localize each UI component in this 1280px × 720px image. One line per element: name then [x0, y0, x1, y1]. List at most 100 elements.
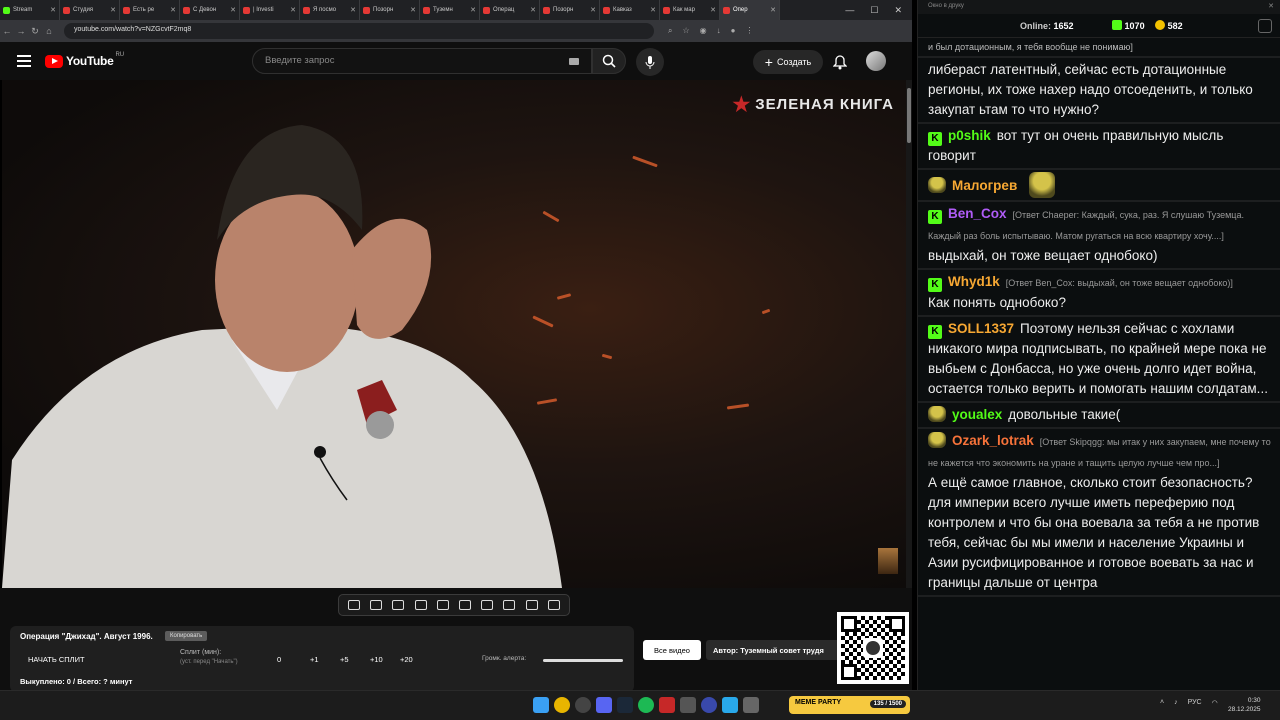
close-tab-icon[interactable]: ✕ [650, 6, 656, 14]
steam-icon[interactable] [617, 697, 633, 713]
browser-tab[interactable]: Туземн ✕ [420, 0, 480, 20]
close-icon[interactable]: ✕ [1268, 2, 1274, 10]
all-videos-button[interactable]: Все видео [643, 640, 701, 660]
voice-search-button[interactable] [636, 48, 664, 76]
app-icon[interactable] [680, 697, 696, 713]
browser-tab[interactable]: Позорн ✕ [540, 0, 600, 20]
chat-message[interactable]: youalex довольные такие( [918, 403, 1280, 429]
chat-message[interactable]: K SOLL1337 Поэтому нельзя сейчас с хохлами… [918, 317, 1280, 403]
keyboard-icon[interactable] [569, 58, 579, 65]
create-button[interactable]: + Создать [753, 50, 823, 74]
url-field[interactable]: youtube.com/watch?v=NZGcvtF2mq8 [64, 23, 654, 39]
forward-icon[interactable]: → [14, 26, 28, 36]
chat-message[interactable]: либераст латентный, сейчас есть дотацион… [918, 58, 1280, 124]
screenshot-icon[interactable] [525, 600, 538, 610]
copy-button[interactable]: Копировать [165, 631, 208, 641]
split-value-button[interactable]: +1 [310, 655, 340, 664]
browser-tab[interactable]: Позорн ✕ [360, 0, 420, 20]
close-tab-icon[interactable]: ✕ [170, 6, 176, 14]
spotify-icon[interactable] [638, 697, 654, 713]
video-player[interactable]: ★ ЗЕЛЕНАЯ КНИГА [2, 80, 906, 588]
bookmark-star-icon[interactable]: ☆ [682, 26, 689, 36]
theater-icon[interactable] [459, 600, 472, 610]
broadcast-icon[interactable] [370, 600, 383, 610]
close-tab-icon[interactable]: ✕ [290, 6, 296, 14]
menu-icon[interactable]: ⋮ [745, 26, 753, 36]
browser-tab[interactable]: Я посмо ✕ [300, 0, 360, 20]
loop-icon[interactable] [348, 600, 361, 610]
chat-username[interactable]: SOLL1337 [948, 321, 1014, 336]
app-icon[interactable] [701, 697, 717, 713]
extension-icon[interactable]: ◉ [700, 26, 707, 36]
obs-icon[interactable] [575, 697, 591, 713]
chat-settings-icon[interactable] [1258, 18, 1272, 33]
menu-hamburger-icon[interactable] [17, 55, 31, 67]
back-icon[interactable]: ← [0, 26, 14, 36]
home-icon[interactable]: ⌂ [42, 26, 56, 36]
browser-tab[interactable]: Stream ✕ [0, 0, 60, 20]
chat-message[interactable]: Kp0shik вот тут он очень правильную мысль… [918, 124, 1280, 170]
chat-message[interactable]: и был дотационным, я тебя вообще не пони… [918, 38, 1280, 58]
browser-tab[interactable]: С Девон ✕ [180, 0, 240, 20]
add-icon[interactable] [503, 600, 516, 610]
search-input[interactable]: Введите запрос [252, 48, 592, 74]
chat-message[interactable]: K Whyd1k [Ответ Ben_Cox: выдыхай, он тоже … [918, 270, 1280, 317]
browser-tab[interactable]: Опер ✕ [720, 0, 780, 20]
app-icon[interactable] [743, 697, 759, 713]
close-tab-icon[interactable]: ✕ [110, 6, 116, 14]
close-icon[interactable]: ✕ [894, 5, 902, 16]
discord-icon[interactable] [596, 697, 612, 713]
notifications-bell-icon[interactable] [830, 52, 850, 72]
browser-tab[interactable]: Студия ✕ [60, 0, 120, 20]
language-indicator[interactable]: РУС [1188, 699, 1202, 707]
close-tab-icon[interactable]: ✕ [230, 6, 236, 14]
downloads-icon[interactable]: ↓ [717, 26, 721, 36]
close-tab-icon[interactable]: ✕ [770, 6, 776, 14]
browser-tab[interactable]: | Investi ✕ [240, 0, 300, 20]
chat-username[interactable]: p0shik [948, 128, 991, 143]
audio-icon[interactable]: ♪ [1174, 699, 1178, 707]
browser-tab[interactable]: Есть ре ✕ [120, 0, 180, 20]
speed-icon[interactable] [481, 600, 494, 610]
chat-username[interactable]: youalex [952, 407, 1002, 422]
close-tab-icon[interactable]: ✕ [410, 6, 416, 14]
chevron-up-icon[interactable]: ˄ [1160, 699, 1164, 707]
chat-username[interactable]: Whyd1k [948, 274, 1000, 289]
alert-volume-slider[interactable] [543, 659, 623, 662]
browser-tab[interactable]: Кавказ ✕ [600, 0, 660, 20]
channel-thumbnail[interactable] [878, 548, 898, 574]
miniplayer-icon[interactable] [436, 600, 449, 610]
chat-username[interactable]: Ben_Cox [948, 206, 1007, 221]
youtube-logo[interactable]: YouTube RU [45, 52, 124, 68]
clock[interactable]: 0:30 28.12.2025 [1228, 696, 1261, 714]
windows-start-icon[interactable] [533, 697, 549, 713]
avatar[interactable] [866, 51, 886, 71]
close-tab-icon[interactable]: ✕ [590, 6, 596, 14]
start-split-button[interactable]: НАЧАТЬ СПЛИТ [28, 655, 85, 664]
profile-icon[interactable]: ● [731, 26, 736, 36]
close-tab-icon[interactable]: ✕ [530, 6, 536, 14]
chat-message[interactable]: Малогрев [918, 170, 1280, 202]
maximize-icon[interactable]: ☐ [870, 5, 878, 16]
close-tab-icon[interactable]: ✕ [470, 6, 476, 14]
split-value-button[interactable]: +10 [370, 655, 400, 664]
chrome-icon[interactable] [554, 697, 570, 713]
chat-messages[interactable]: и был дотационным, я тебя вообще не пони… [918, 38, 1280, 690]
reload-icon[interactable]: ↻ [28, 26, 42, 37]
chat-username[interactable]: Ozark_lotrak [952, 433, 1034, 448]
subtitles-icon[interactable] [392, 600, 405, 610]
settings-gear-icon[interactable] [547, 600, 560, 610]
search-button[interactable] [592, 48, 626, 74]
app-icon[interactable] [659, 697, 675, 713]
minimize-icon[interactable]: — [845, 5, 854, 16]
close-tab-icon[interactable]: ✕ [710, 6, 716, 14]
chat-message[interactable]: Ozark_lotrak [Ответ Skipqgg: мы итак у ни… [918, 429, 1280, 597]
close-tab-icon[interactable]: ✕ [50, 6, 56, 14]
browser-tab[interactable]: Как мар ✕ [660, 0, 720, 20]
browser-tab[interactable]: Операц ✕ [480, 0, 540, 20]
clip-icon[interactable] [414, 600, 427, 610]
chat-username[interactable]: Малогрев [952, 178, 1017, 193]
split-value-button[interactable]: +5 [340, 655, 370, 664]
close-tab-icon[interactable]: ✕ [350, 6, 356, 14]
telegram-icon[interactable] [722, 697, 738, 713]
